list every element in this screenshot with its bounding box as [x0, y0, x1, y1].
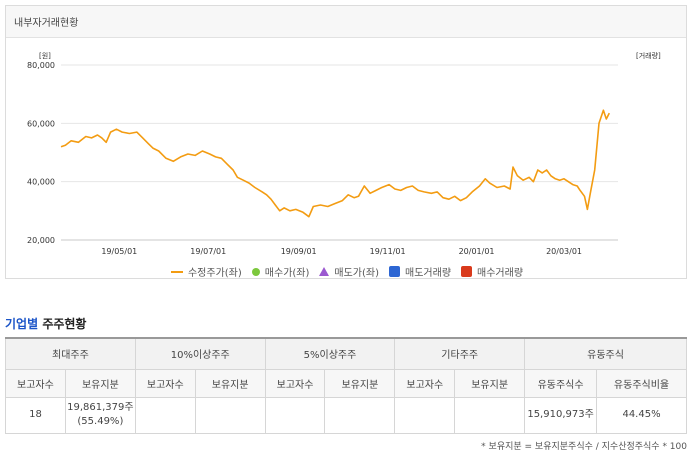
table-cell: [394, 396, 456, 434]
subheader-cell: 보고자수: [134, 368, 196, 398]
square-swatch-icon: [389, 266, 401, 277]
table-cell: [454, 396, 526, 434]
legend-label: 매수거래량: [477, 268, 524, 279]
y-tick-label: 60,000: [27, 119, 55, 128]
x-tick-label: 19/07/01: [190, 247, 226, 256]
table-group-header-row: 최대주주 10%이상주주 5%이상주주 기타주주 유동주식: [5, 337, 687, 370]
group-header-largest: 최대주주: [5, 337, 136, 370]
section-title-prefix: 기업별: [5, 317, 39, 331]
largest-holding: 19,861,379주 (55.49%): [64, 396, 136, 434]
price-series-line: [60, 109, 611, 218]
group-header-5pct: 5%이상주주: [264, 337, 396, 370]
table-cell: [134, 396, 196, 434]
largest-holding-shares: 19,861,379주: [67, 402, 134, 413]
y-tick-label: 40,000: [27, 178, 55, 187]
table-cell: [194, 396, 266, 434]
legend-label: 매도거래량: [405, 268, 452, 279]
largest-holding-pct: (55.49%): [77, 416, 124, 427]
subheader-cell: 보유지분: [454, 368, 526, 398]
table-row: 18 19,861,379주 (55.49%) 15,910,973주 44.4…: [5, 396, 687, 434]
x-tick-label: 19/09/01: [281, 247, 317, 256]
legend-label: 매수가(좌): [264, 268, 310, 279]
float-ratio: 44.45%: [596, 396, 687, 434]
legend-item: 매수가(좌): [251, 264, 310, 279]
subheader-cell: 보유지분: [64, 368, 136, 398]
y2-axis-unit: [거래량]: [636, 51, 661, 60]
float-shares: 15,910,973주: [524, 396, 598, 434]
subheader-cell: 보유지분: [194, 368, 266, 398]
y-axis-unit: [원]: [39, 51, 51, 60]
stock-price-chart: 80,000 60,000 40,000 20,000 [원] [거래량] 19/05/01…: [27, 51, 661, 256]
legend-item: 수정주가(좌): [170, 264, 242, 279]
legend-item: 매도거래량: [389, 264, 451, 279]
insider-trading-panel: 내부자거래현황 80,000 60,000 40,000 20,000 [원] [거래량]…: [5, 5, 687, 279]
table-cell: [264, 396, 326, 434]
x-tick-label: 19/05/01: [101, 247, 137, 256]
subheader-cell: 보유지분: [324, 368, 396, 398]
subheader-cell: 유동주식비율: [596, 368, 687, 398]
legend-label: 수정주가(좌): [187, 268, 242, 279]
chart-legend: 수정주가(좌) 매수가(좌) 매도가(좌) 매도거래량 매수거래량: [6, 264, 688, 279]
group-header-float: 유동주식: [524, 337, 687, 370]
legend-label: 매도가(좌): [334, 268, 380, 279]
square-swatch-icon: [461, 266, 473, 277]
subheader-cell: 보고자수: [5, 368, 66, 398]
group-header-10pct: 10%이상주주: [134, 337, 266, 370]
subheader-cell: 보고자수: [394, 368, 456, 398]
legend-item: 매도가(좌): [319, 264, 379, 279]
x-tick-label: 20/01/01: [459, 247, 495, 256]
x-tick-label: 19/11/01: [370, 247, 406, 256]
y-tick-label: 80,000: [27, 61, 55, 70]
table-cell: [324, 396, 396, 434]
table-subheader-row: 보고자수 보유지분 보고자수 보유지분 보고자수 보유지분 보고자수 보유지분 …: [5, 368, 687, 398]
section-title-rest: 주주현황: [42, 317, 87, 331]
shareholder-table: 최대주주 10%이상주주 5%이상주주 기타주주 유동주식 보고자수 보유지분 …: [5, 337, 687, 434]
y-tick-label: 20,000: [27, 236, 55, 245]
group-header-other: 기타주주: [394, 337, 526, 370]
legend-item: 매수거래량: [461, 264, 523, 279]
section-title: 기업별 주주현황: [5, 315, 86, 332]
dot-swatch-icon: [251, 267, 260, 276]
subheader-cell: 보고자수: [264, 368, 326, 398]
x-tick-label: 20/03/01: [546, 247, 582, 256]
subheader-cell: 유동주식수: [524, 368, 598, 398]
line-swatch-icon: [170, 270, 183, 273]
largest-reporter-count: 18: [5, 396, 66, 434]
triangle-swatch-icon: [319, 267, 330, 276]
table-footnote: * 보유지분 = 보유지분주식수 / 지수산정주식수 * 100: [481, 442, 687, 452]
